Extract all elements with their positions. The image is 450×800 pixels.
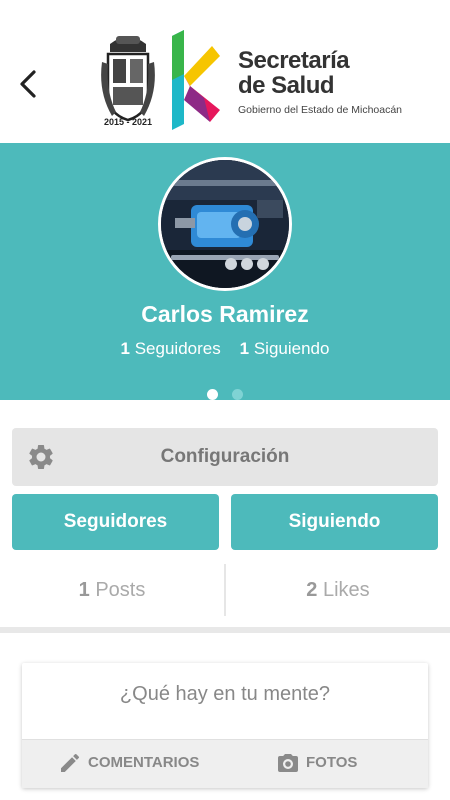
followers-label: Seguidores bbox=[134, 339, 221, 358]
photos-button[interactable]: FOTOS bbox=[276, 740, 357, 785]
following-label: Siguiendo bbox=[253, 339, 330, 358]
followers-button[interactable]: Seguidores bbox=[12, 494, 219, 550]
camera-icon bbox=[278, 753, 298, 772]
posts-count: 1 bbox=[78, 579, 90, 601]
composer-input[interactable]: ¿Qué hay en tu mente? bbox=[22, 683, 428, 706]
brand-title-line1: Secretaría bbox=[238, 47, 350, 74]
posts-stat[interactable]: 1 Posts bbox=[0, 564, 224, 616]
comments-label: COMENTARIOS bbox=[88, 754, 200, 771]
photos-label: FOTOS bbox=[306, 754, 358, 771]
brand-subtitle: Gobierno del Estado de Michoacán bbox=[238, 104, 403, 116]
avatar[interactable] bbox=[158, 157, 292, 291]
post-composer: ¿Qué hay en tu mente? COMENTARIOS FOTOS bbox=[22, 663, 428, 788]
post-stats: 1 Posts 2 Likes bbox=[0, 564, 450, 616]
brand-text: Secretaría de Salud Gobierno del Estado … bbox=[238, 48, 402, 116]
settings-label: Configuración bbox=[160, 446, 290, 467]
likes-count: 2 bbox=[306, 579, 318, 601]
profile-name: Carlos Ramirez bbox=[141, 301, 309, 327]
profile-banner: Carlos Ramirez 1 Seguidores 1 Siguiendo bbox=[0, 143, 450, 400]
composer-actions: COMENTARIOS FOTOS bbox=[22, 739, 428, 788]
carousel-indicator bbox=[0, 389, 450, 400]
followers-count: 1 bbox=[120, 339, 130, 358]
following-button[interactable]: Siguiendo bbox=[231, 494, 438, 550]
brand-title-line2: de Salud bbox=[238, 72, 335, 99]
chevron-left-icon[interactable] bbox=[14, 64, 44, 104]
app-header: 2015 - 2021 Secretaría de Salud Gobierno… bbox=[0, 0, 450, 143]
carousel-dot[interactable] bbox=[207, 389, 218, 400]
posts-label: Posts bbox=[95, 579, 146, 601]
section-divider bbox=[0, 627, 450, 633]
settings-button[interactable]: Configuración bbox=[12, 428, 438, 486]
following-count: 1 bbox=[239, 339, 250, 358]
crest-years: 2015 - 2021 bbox=[103, 117, 153, 127]
comments-button[interactable]: COMENTARIOS bbox=[58, 740, 199, 785]
pencil-icon bbox=[61, 753, 80, 772]
salud-k-logo bbox=[172, 30, 220, 130]
follow-stats: 1 Seguidores 1 Siguiendo bbox=[0, 339, 450, 359]
avatar-engine-image bbox=[161, 160, 289, 288]
likes-label: Likes bbox=[322, 579, 370, 601]
carousel-dot[interactable] bbox=[232, 389, 243, 400]
likes-stat[interactable]: 2 Likes bbox=[226, 564, 450, 616]
